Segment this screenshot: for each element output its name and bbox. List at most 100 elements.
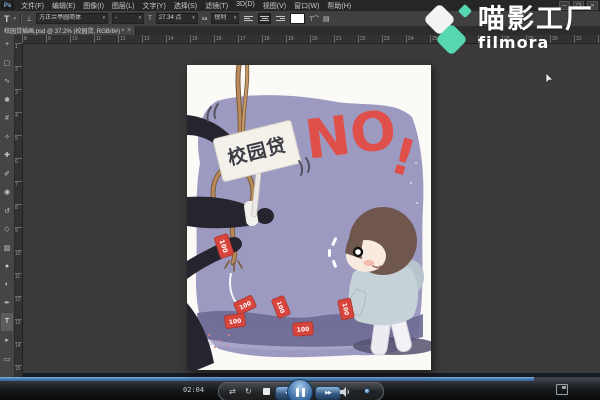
filmora-logo-icon: [420, 4, 472, 58]
menu-item[interactable]: 选择(S): [170, 1, 201, 11]
photoshop-logo: Ps: [1, 1, 14, 10]
ruler-number: 19: [286, 35, 310, 43]
align-center-button[interactable]: [258, 13, 271, 24]
anti-alias-select[interactable]: 锐利▾: [211, 13, 239, 24]
tools-panel: +▢∿✱#✧✚✐◉↺◇▨●◐✒T▸▭: [0, 35, 15, 377]
menu-item[interactable]: 滤镜(T): [201, 1, 232, 11]
menu-item[interactable]: 3D(D): [232, 1, 259, 11]
tool-quick-select[interactable]: ✱: [1, 91, 13, 110]
tool-move[interactable]: +: [1, 35, 13, 54]
tab-close-icon[interactable]: ×: [127, 27, 131, 34]
document-tab[interactable]: 校园贷插画.psd @ 37.2% (校园贷, RGB/8#) * ×: [0, 26, 136, 35]
ruler-number: 1: [14, 43, 22, 66]
video-frame: Ps 文件(F)编辑(E)图像(I)图层(L)文字(Y)选择(S)滤镜(T)3D…: [0, 0, 600, 400]
tool-shape[interactable]: ▭: [1, 350, 13, 369]
forward-button[interactable]: ▶▶: [315, 386, 341, 400]
tool-gradient[interactable]: ▨: [1, 239, 13, 258]
tool-brush[interactable]: ✐: [1, 165, 13, 184]
tool-pen[interactable]: ✒: [1, 294, 13, 313]
ruler-number: 20: [310, 35, 334, 43]
ruler-number: 9: [46, 35, 70, 43]
svg-text:NO: NO: [302, 98, 400, 172]
ruler-number: 8: [22, 35, 46, 43]
tool-marquee[interactable]: ▢: [1, 54, 13, 73]
menu-item[interactable]: 编辑(E): [48, 1, 79, 11]
tool-preset-arrow[interactable]: ▾: [14, 16, 17, 22]
tool-history-brush[interactable]: ↺: [1, 202, 13, 221]
mouse-cursor: [545, 72, 555, 84]
watermark-subtitle: filmora: [478, 34, 594, 51]
ruler-number: 11: [14, 273, 22, 296]
menu-item[interactable]: 文字(Y): [138, 1, 169, 11]
volume-icon[interactable]: [340, 387, 350, 397]
menu-item[interactable]: 帮助(H): [323, 1, 355, 11]
text-color-swatch[interactable]: [290, 13, 305, 24]
tool-clone-stamp[interactable]: ◉: [1, 183, 13, 202]
ruler-number: 5: [14, 135, 22, 158]
ruler-number: 3: [14, 89, 22, 112]
ruler-number: 4: [14, 112, 22, 135]
tool-healing-brush[interactable]: ✚: [1, 146, 13, 165]
ruler-number: 6: [14, 158, 22, 181]
menu-item[interactable]: 视图(V): [259, 1, 290, 11]
ruler-number: 11: [94, 35, 118, 43]
tool-path-select[interactable]: ▸: [1, 331, 13, 350]
ruler-number: 8: [14, 204, 22, 227]
ruler-number: 17: [238, 35, 262, 43]
font-size-icon: T: [148, 16, 152, 22]
tool-type[interactable]: T: [1, 313, 13, 332]
ruler-number: 18: [262, 35, 286, 43]
menu-item[interactable]: 图层(L): [108, 1, 139, 11]
panels-toggle-icon[interactable]: ▤: [323, 15, 330, 23]
money-bill: 100: [293, 322, 314, 336]
illustration: 100 校园贷 NO ! 100: [187, 65, 431, 370]
font-size-select[interactable]: 27.34 点▾: [156, 13, 198, 24]
anti-alias-icon: aa: [202, 16, 208, 22]
tool-lasso[interactable]: ∿: [1, 72, 13, 91]
ruler-number: 16: [214, 35, 238, 43]
stop-button[interactable]: [263, 388, 270, 395]
ruler-number: 14: [14, 342, 22, 365]
ruler-number: 15: [190, 35, 214, 43]
font-family-select[interactable]: 方正兰亭圆简体▾: [36, 13, 108, 24]
ruler-number: 15: [14, 365, 22, 377]
ruler-number: 12: [118, 35, 142, 43]
tool-blur[interactable]: ●: [1, 257, 13, 276]
document-canvas[interactable]: 100 校园贷 NO ! 100: [187, 65, 431, 370]
text-orientation-icon[interactable]: ⊥: [26, 15, 32, 23]
player-control-bar: 02:04 ⇄ ↻ ◀◀ ▶▶: [0, 381, 600, 400]
tool-eyedropper[interactable]: ✧: [1, 128, 13, 147]
type-tool-icon[interactable]: T: [4, 14, 10, 24]
pause-button[interactable]: [287, 379, 313, 400]
ruler-number: 7: [14, 181, 22, 204]
elapsed-time: 02:04: [183, 386, 204, 394]
font-style-select[interactable]: -▾: [112, 13, 144, 24]
repeat-icon[interactable]: ↻: [245, 387, 252, 396]
volume-thumb[interactable]: [364, 388, 370, 394]
watermark-title: 喵影工厂: [478, 4, 594, 34]
svg-text:100: 100: [297, 326, 310, 334]
ruler-number: 13: [142, 35, 166, 43]
fullscreen-button[interactable]: [556, 384, 568, 395]
align-right-button[interactable]: [275, 14, 286, 23]
menu-items: 文件(F)编辑(E)图像(I)图层(L)文字(Y)选择(S)滤镜(T)3D(D)…: [17, 1, 355, 11]
tool-crop[interactable]: #: [1, 109, 13, 128]
ruler-number: 13: [14, 319, 22, 342]
ruler-number: 14: [166, 35, 190, 43]
ruler-number: 21: [334, 35, 358, 43]
warp-text-icon[interactable]: T⌒: [309, 14, 319, 23]
volume-slider[interactable]: [352, 390, 376, 393]
menu-item[interactable]: 图像(I): [79, 1, 108, 11]
shuffle-icon[interactable]: ⇄: [229, 387, 236, 396]
menu-item[interactable]: 窗口(W): [290, 1, 323, 11]
menu-item[interactable]: 文件(F): [17, 1, 48, 11]
tool-dodge[interactable]: ◐: [1, 276, 13, 295]
ruler-number: 22: [358, 35, 382, 43]
money-bill: 100: [224, 313, 246, 329]
ruler-number: 2: [14, 66, 22, 89]
document-tab-title: 校园贷插画.psd @ 37.2% (校园贷, RGB/8#) *: [4, 26, 124, 35]
align-left-button[interactable]: [243, 14, 254, 23]
tool-eraser[interactable]: ◇: [1, 220, 13, 239]
ruler-number: 23: [382, 35, 406, 43]
divider: [20, 14, 22, 24]
